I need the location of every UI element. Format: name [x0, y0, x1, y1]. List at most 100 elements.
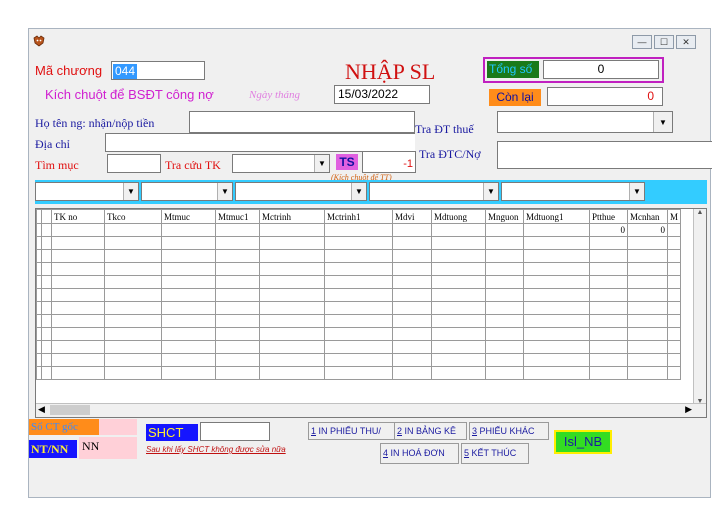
table-cell[interactable]: [104, 249, 162, 263]
row-selector[interactable]: [41, 340, 52, 354]
table-cell[interactable]: [627, 249, 668, 263]
table-cell[interactable]: [523, 327, 590, 341]
table-cell[interactable]: [392, 288, 432, 302]
table-cell[interactable]: [431, 249, 486, 263]
table-cell[interactable]: [589, 249, 628, 263]
table-cell[interactable]: [589, 340, 628, 354]
table-cell[interactable]: [589, 236, 628, 250]
table-cell[interactable]: [215, 366, 260, 380]
table-cell[interactable]: [104, 353, 162, 367]
table-cell[interactable]: [392, 275, 432, 289]
table-cell[interactable]: [324, 275, 393, 289]
table-cell[interactable]: [324, 223, 393, 237]
table-cell[interactable]: [666, 223, 682, 237]
so-ct-goc-field[interactable]: [99, 419, 137, 435]
table-cell[interactable]: [485, 301, 524, 315]
table-cell[interactable]: [666, 249, 682, 263]
table-cell[interactable]: [259, 236, 325, 250]
table-cell[interactable]: [485, 288, 524, 302]
table-cell[interactable]: 0: [627, 223, 668, 237]
scroll-thumb[interactable]: [50, 405, 90, 415]
table-cell[interactable]: [215, 249, 260, 263]
table-cell[interactable]: [523, 288, 590, 302]
table-cell[interactable]: [215, 353, 260, 367]
table-row[interactable]: [36, 288, 682, 302]
in-hoa-don-button[interactable]: 4 IN HOÁ ĐƠN: [380, 443, 459, 464]
table-cell[interactable]: [485, 236, 524, 250]
table-cell[interactable]: [589, 327, 628, 341]
table-cell[interactable]: [161, 366, 216, 380]
table-cell[interactable]: [627, 327, 668, 341]
table-cell[interactable]: [259, 301, 325, 315]
table-row[interactable]: [36, 353, 682, 367]
col-header[interactable]: Mctrinh1: [324, 209, 393, 224]
row-selector[interactable]: [41, 236, 52, 250]
table-cell[interactable]: [666, 366, 682, 380]
col-header[interactable]: Mdtuong1: [523, 209, 590, 224]
table-cell[interactable]: [51, 327, 105, 341]
filter-combo-4[interactable]: ▼: [369, 182, 499, 201]
table-cell[interactable]: [51, 288, 105, 302]
filter-combo-1[interactable]: ▼: [35, 182, 139, 201]
table-cell[interactable]: [259, 366, 325, 380]
table-cell[interactable]: [161, 236, 216, 250]
table-cell[interactable]: [259, 223, 325, 237]
table-cell[interactable]: [104, 275, 162, 289]
table-cell[interactable]: [104, 314, 162, 328]
table-cell[interactable]: [431, 262, 486, 276]
table-cell[interactable]: [392, 236, 432, 250]
col-header[interactable]: Mtmuc1: [215, 209, 260, 224]
table-row[interactable]: 00: [36, 223, 682, 237]
table-cell[interactable]: [627, 288, 668, 302]
col-header[interactable]: M: [666, 209, 682, 224]
table-cell[interactable]: [104, 327, 162, 341]
ngay-thang-field[interactable]: 15/03/2022: [334, 85, 430, 104]
table-cell[interactable]: [666, 275, 682, 289]
table-cell[interactable]: [104, 340, 162, 354]
table-row[interactable]: [36, 275, 682, 289]
table-cell[interactable]: [485, 314, 524, 328]
table-cell[interactable]: [324, 327, 393, 341]
table-cell[interactable]: [627, 340, 668, 354]
ma-chuong-field[interactable]: 044: [111, 61, 205, 80]
vertical-scrollbar[interactable]: ▲ ▼: [693, 209, 706, 405]
table-cell[interactable]: [523, 262, 590, 276]
table-cell[interactable]: [431, 288, 486, 302]
table-cell[interactable]: [161, 249, 216, 263]
row-selector[interactable]: [41, 327, 52, 341]
col-header[interactable]: Mctrinh: [259, 209, 325, 224]
table-cell[interactable]: [523, 223, 590, 237]
data-grid[interactable]: TK no Tkco Mtmuc Mtmuc1 Mctrinh Mctrinh1…: [35, 208, 707, 418]
in-bang-ke-button[interactable]: 2 IN BẢNG KÊ: [394, 422, 467, 440]
ket-thuc-button[interactable]: 5 KẾT THÚC: [461, 443, 529, 464]
table-cell[interactable]: [215, 301, 260, 315]
table-cell[interactable]: [666, 288, 682, 302]
chevron-down-icon[interactable]: ▼: [483, 183, 498, 200]
row-selector[interactable]: [41, 288, 52, 302]
table-cell[interactable]: [324, 262, 393, 276]
table-cell[interactable]: [627, 353, 668, 367]
table-row[interactable]: [36, 340, 682, 354]
table-cell[interactable]: [51, 314, 105, 328]
table-cell[interactable]: [259, 314, 325, 328]
table-cell[interactable]: [392, 353, 432, 367]
in-phieu-thu-button[interactable]: 1 IN PHIẾU THU/: [308, 422, 396, 440]
table-cell[interactable]: [589, 288, 628, 302]
table-cell[interactable]: [215, 314, 260, 328]
nt-nn-field[interactable]: NN: [79, 437, 137, 459]
table-cell[interactable]: [523, 314, 590, 328]
table-cell[interactable]: [324, 340, 393, 354]
dia-chi-field[interactable]: [105, 133, 415, 152]
table-cell[interactable]: [589, 275, 628, 289]
table-cell[interactable]: [324, 249, 393, 263]
table-cell[interactable]: [431, 366, 486, 380]
phieu-khac-button[interactable]: 3 PHIẾU KHÁC: [469, 422, 549, 440]
chevron-down-icon[interactable]: ▼: [629, 183, 644, 200]
scroll-right-icon[interactable]: ▶: [685, 404, 692, 415]
table-cell[interactable]: [259, 340, 325, 354]
table-cell[interactable]: [485, 223, 524, 237]
chevron-down-icon[interactable]: ▼: [217, 183, 232, 200]
table-cell[interactable]: [51, 249, 105, 263]
row-selector[interactable]: [41, 301, 52, 315]
table-cell[interactable]: [485, 275, 524, 289]
